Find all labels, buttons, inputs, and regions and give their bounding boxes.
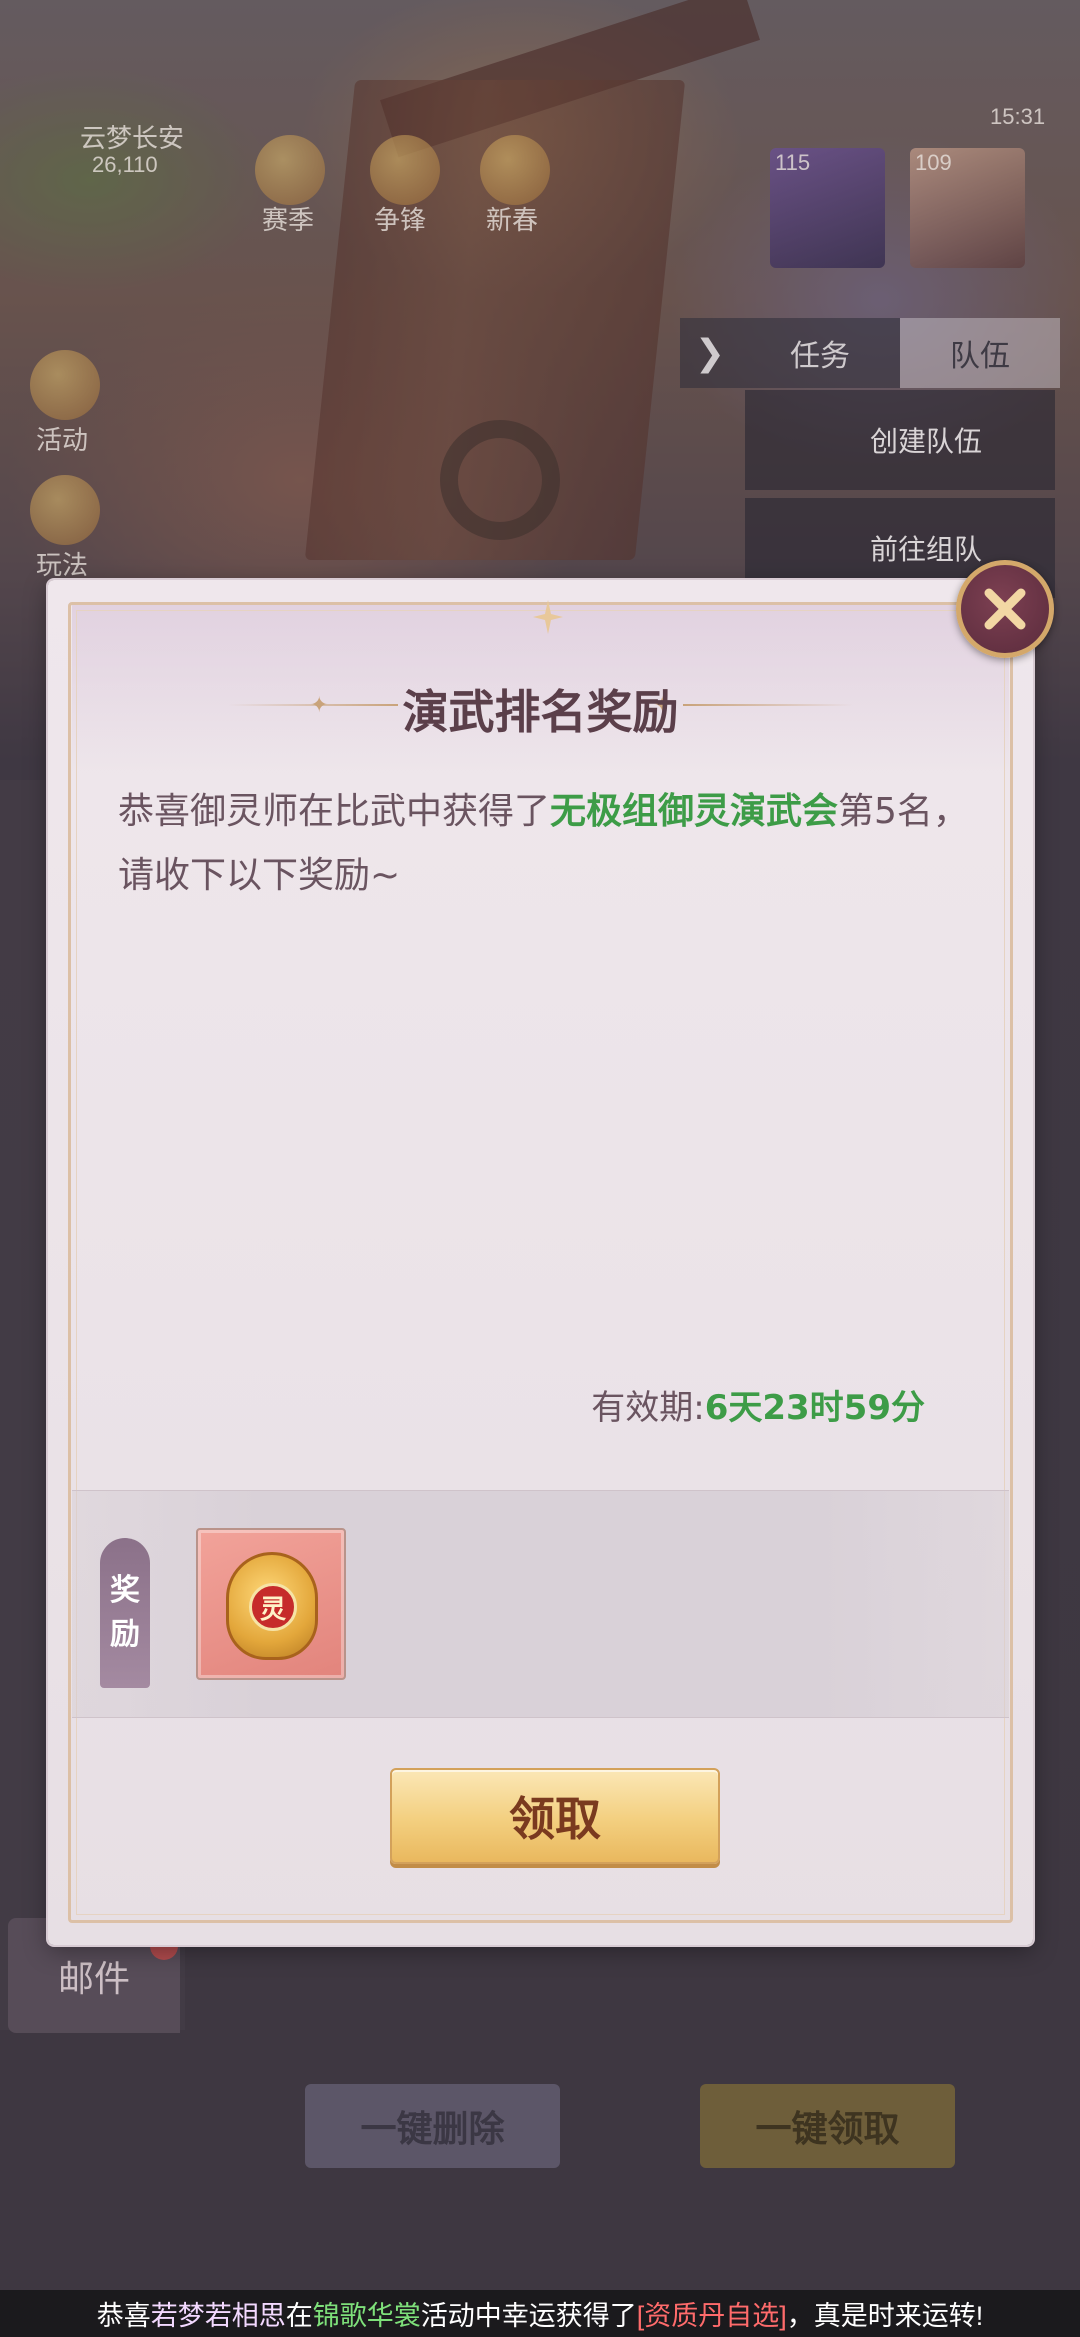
marquee-event-name: 锦歌华裳 [312, 2301, 421, 2331]
activity-label: 活动 [36, 425, 89, 455]
reward-label-char: 励 [110, 1617, 140, 1652]
create-team-button[interactable]: 创建队伍 [745, 390, 1055, 490]
marquee-player-name: 若梦若相思 [150, 2301, 286, 2331]
gameplay-label: 玩法 [36, 550, 89, 580]
close-button[interactable] [956, 560, 1054, 658]
spirit-token-icon: 灵 [226, 1552, 318, 1660]
contest-label: 争锋 [374, 205, 427, 235]
token-glyph: 灵 [249, 1583, 297, 1631]
claim-button[interactable]: 领取 [390, 1768, 720, 1864]
dialog-title: 演武排名奖励 [402, 685, 679, 739]
close-icon [984, 588, 1026, 630]
validity-value: 6天23时59分 [704, 1388, 925, 1428]
season-label: 赛季 [262, 205, 315, 235]
reward-dialog: ✦ ✦ 演武排名奖励 恭喜御灵师在比武中获得了无极组御灵演武会第5名，请收下以下… [48, 580, 1033, 1945]
marquee-text: 在 [285, 2301, 313, 2331]
location-name: 云梦长安 [80, 123, 185, 153]
new-year-icon[interactable] [480, 135, 550, 205]
reward-label-tag: 奖 励 [100, 1538, 150, 1688]
location-coords: 26,110 [92, 152, 158, 177]
validity-label: 有效期: [591, 1388, 705, 1428]
dialog-message: 恭喜御灵师在比武中获得了无极组御灵演武会第5名，请收下以下奖励~ [118, 780, 978, 908]
message-prefix: 恭喜御灵师在比武中获得了 [118, 791, 551, 832]
marquee-item-name: [资质丹自选] [636, 2301, 787, 2331]
season-icon[interactable] [255, 135, 325, 205]
marquee-text: 恭喜 [96, 2301, 151, 2331]
validity: 有效期:6天23时59分 [591, 1380, 925, 1429]
tab-team[interactable]: 队伍 [900, 318, 1060, 388]
clock: 15:31 [990, 104, 1046, 129]
task-team-tabbar: ❯ 任务 队伍 [680, 318, 1060, 388]
contest-icon[interactable] [370, 135, 440, 205]
reward-label-char: 奖 [110, 1573, 140, 1608]
marquee-text: ，真是时来运转! [786, 2301, 984, 2331]
marquee-text: 活动中幸运获得了 [420, 2301, 637, 2331]
delete-all-button[interactable]: 一键删除 [305, 2084, 560, 2168]
message-highlight: 无极组御灵演武会 [550, 791, 839, 832]
new-year-label: 新春 [486, 205, 539, 235]
broadcast-marquee: 恭喜 若梦若相思在锦歌华裳 活动中幸运获得了 [资质丹自选] ，真是时来运转! [0, 2290, 1080, 2337]
tab-task[interactable]: 任务 [740, 318, 900, 388]
gameplay-icon[interactable] [30, 475, 100, 545]
collapse-arrow-icon[interactable]: ❯ [680, 318, 740, 388]
activity-icon[interactable] [30, 350, 100, 420]
claim-all-button[interactable]: 一键领取 [700, 2084, 955, 2168]
portrait-2-level: 109 [915, 150, 952, 175]
reward-item-slot[interactable]: 灵 [196, 1528, 346, 1680]
portrait-1-level: 115 [775, 150, 811, 175]
crescent-emblem-icon [513, 590, 583, 646]
